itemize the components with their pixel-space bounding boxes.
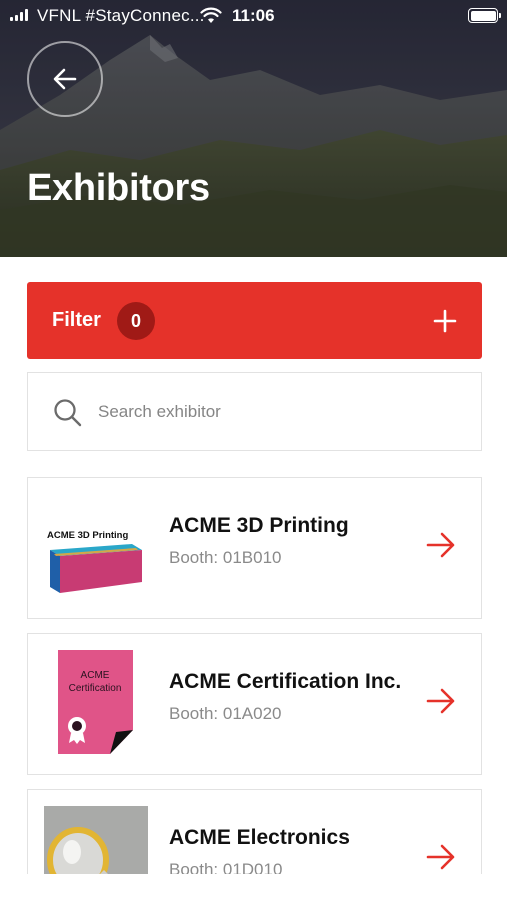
filter-label: Filter: [52, 309, 101, 331]
exhibitor-logo: ACME Certification: [44, 650, 148, 756]
page-title: Exhibitors: [27, 167, 210, 209]
exhibitor-booth: Booth: 01D010: [169, 860, 283, 874]
exhibitor-card[interactable]: ACME Electronics Booth: 01D010: [27, 789, 482, 874]
exhibitor-name: ACME 3D Printing: [169, 514, 349, 537]
arrow-right-icon: [426, 688, 455, 714]
exhibitor-card[interactable]: ACME 3D Printing ACME 3D Printing Booth:…: [27, 477, 482, 619]
battery-icon: [468, 8, 501, 23]
hero-overlay: [0, 0, 507, 257]
exhibitor-card[interactable]: ACME Certification ACME Certification In…: [27, 633, 482, 775]
logo-text: ACME 3D Printing: [47, 530, 128, 541]
status-time: 11:06: [232, 6, 275, 25]
exhibitor-content: Filter 0 ACME 3D Printing: [0, 257, 507, 874]
lightbulb-logo: [44, 806, 148, 874]
search-input[interactable]: [98, 397, 458, 427]
search-box[interactable]: [27, 372, 482, 451]
filter-count-badge: 0: [117, 302, 155, 340]
filter-button[interactable]: Filter 0: [27, 282, 482, 359]
plus-icon: [433, 309, 457, 333]
exhibitor-booth: Booth: 01B010: [169, 548, 282, 567]
carrier-name: VFNL #StayConnec...: [37, 6, 205, 25]
status-bar: VFNL #StayConnec... 11:06: [0, 0, 507, 32]
header-hero: VFNL #StayConnec... 11:06 Exhibitors: [0, 0, 507, 257]
logo-text-line2: Certification: [69, 683, 122, 694]
wifi-icon: [200, 7, 222, 23]
logo-text-line1: ACME: [81, 670, 110, 681]
back-button[interactable]: [27, 41, 103, 117]
exhibitor-booth: Booth: 01A020: [169, 704, 282, 723]
arrow-right-icon: [426, 532, 455, 558]
arrow-left-icon: [53, 68, 77, 90]
certification-logo: ACME Certification: [58, 650, 133, 754]
cellular-signal-icon: [10, 9, 28, 21]
exhibitor-logo: ACME 3D Printing: [44, 494, 148, 600]
search-icon: [54, 399, 82, 427]
exhibitor-name: ACME Certification Inc.: [169, 670, 402, 693]
3d-printing-logo: ACME 3D Printing: [47, 530, 142, 593]
arrow-right-icon: [426, 844, 455, 870]
exhibitor-name: ACME Electronics: [169, 826, 350, 849]
exhibitor-logo: [44, 806, 148, 874]
